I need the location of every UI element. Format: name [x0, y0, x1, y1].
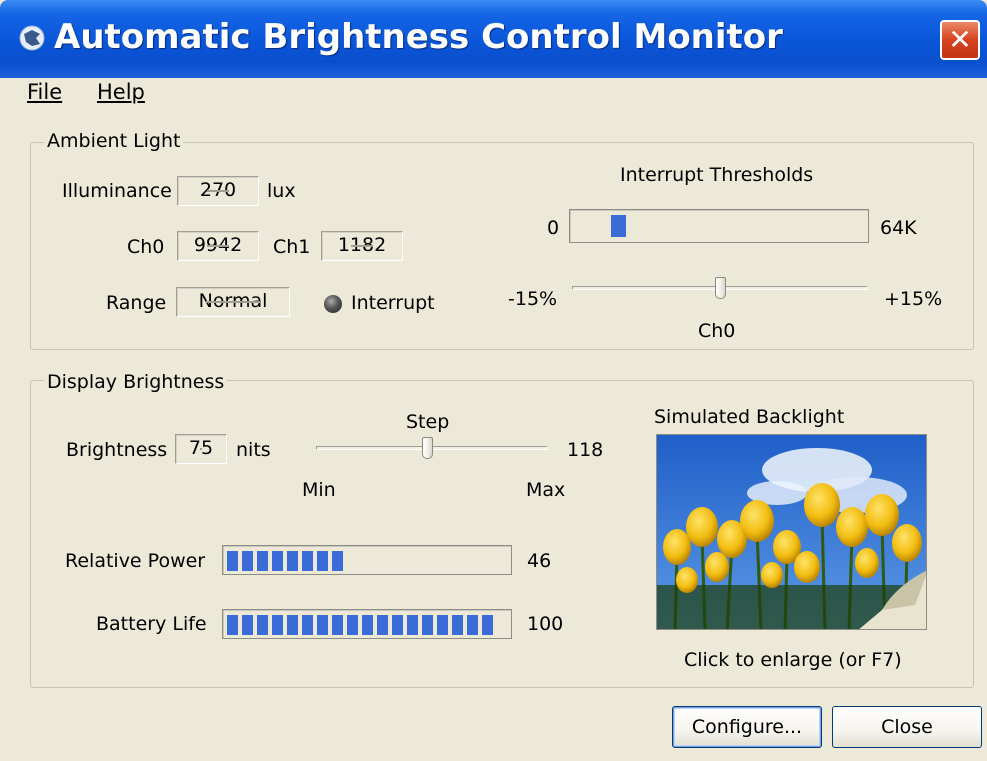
progress-segment [257, 551, 268, 571]
progress-segment [437, 615, 448, 635]
interrupt-thresholds-title: Interrupt Thresholds [620, 164, 814, 186]
progress-segment [332, 615, 343, 635]
configure-button[interactable]: Configure... [672, 706, 822, 748]
progress-segment [452, 615, 463, 635]
percent-max-label: +15% [884, 288, 943, 310]
backlight-caption: Click to enlarge (or F7) [684, 649, 902, 671]
percent-min-label: -15% [508, 288, 558, 310]
threshold-min-label: 0 [547, 217, 560, 239]
interrupt-label: Interrupt [351, 292, 435, 314]
percent-slider-channel-label: Ch0 [698, 320, 736, 342]
progress-segment [347, 615, 358, 635]
percent-slider-thumb[interactable] [715, 277, 726, 299]
simulated-backlight-image[interactable] [656, 434, 927, 630]
brightness-unit: nits [236, 439, 271, 461]
interrupt-indicator-icon [324, 295, 342, 313]
progress-segment [467, 615, 478, 635]
threshold-range-bar[interactable] [569, 209, 869, 243]
title-bar[interactable]: Automatic Brightness Control Monitor ✕ [0, 0, 987, 78]
progress-segment [227, 551, 238, 571]
simulated-backlight-title: Simulated Backlight [654, 406, 845, 428]
range-field: Normal [176, 287, 290, 317]
progress-segment [272, 551, 283, 571]
progress-segment [227, 615, 238, 635]
brightness-label: Brightness [66, 439, 168, 461]
progress-segment [422, 615, 433, 635]
ch0-label: Ch0 [127, 236, 165, 258]
progress-segment [302, 615, 313, 635]
window-close-button[interactable]: ✕ [940, 20, 980, 60]
ch1-label: Ch1 [273, 236, 311, 258]
battery-life-label: Battery Life [96, 613, 207, 635]
brightness-slider-thumb[interactable] [422, 437, 433, 459]
slider-min-label: Min [302, 479, 336, 501]
menu-file[interactable]: File [27, 80, 62, 104]
progress-segment [317, 551, 328, 571]
step-label: Step [406, 411, 450, 433]
battery-life-bar [222, 609, 512, 639]
window-title: Automatic Brightness Control Monitor [54, 17, 783, 57]
brightness-field: 75 [175, 434, 227, 464]
progress-segment [482, 615, 493, 635]
progress-segment [317, 615, 328, 635]
ch1-field: 1182 [321, 231, 403, 261]
progress-segment [242, 551, 253, 571]
progress-segment [362, 615, 373, 635]
progress-segment [272, 615, 283, 635]
relative-power-bar [222, 545, 512, 575]
progress-segment [377, 615, 388, 635]
progress-segment [287, 551, 298, 571]
ambient-light-legend: Ambient Light [44, 130, 184, 152]
threshold-range-marker [611, 215, 626, 237]
threshold-max-label: 64K [880, 217, 917, 239]
progress-segment [287, 615, 298, 635]
close-icon: ✕ [948, 23, 972, 56]
app-globe-icon [19, 25, 45, 51]
progress-segment [242, 615, 253, 635]
slider-max-label: Max [526, 479, 566, 501]
menu-bar: File Help [0, 78, 987, 110]
illuminance-label: Illuminance [62, 180, 172, 202]
range-label: Range [106, 292, 167, 314]
progress-segment [257, 615, 268, 635]
progress-segment [302, 551, 313, 571]
relative-power-value: 46 [527, 550, 552, 572]
ambient-light-group [30, 142, 974, 350]
illuminance-field: 270 [177, 176, 259, 206]
ch0-field: 9942 [177, 231, 259, 261]
progress-segment [332, 551, 343, 571]
display-brightness-legend: Display Brightness [44, 371, 228, 393]
relative-power-label: Relative Power [65, 550, 206, 572]
battery-life-value: 100 [527, 613, 564, 635]
tulips-photo [657, 435, 926, 629]
close-button[interactable]: Close [832, 706, 982, 748]
menu-help[interactable]: Help [97, 80, 145, 104]
progress-segment [407, 615, 418, 635]
illuminance-unit: lux [267, 180, 296, 202]
progress-segment [392, 615, 403, 635]
step-max-value: 118 [567, 439, 604, 461]
